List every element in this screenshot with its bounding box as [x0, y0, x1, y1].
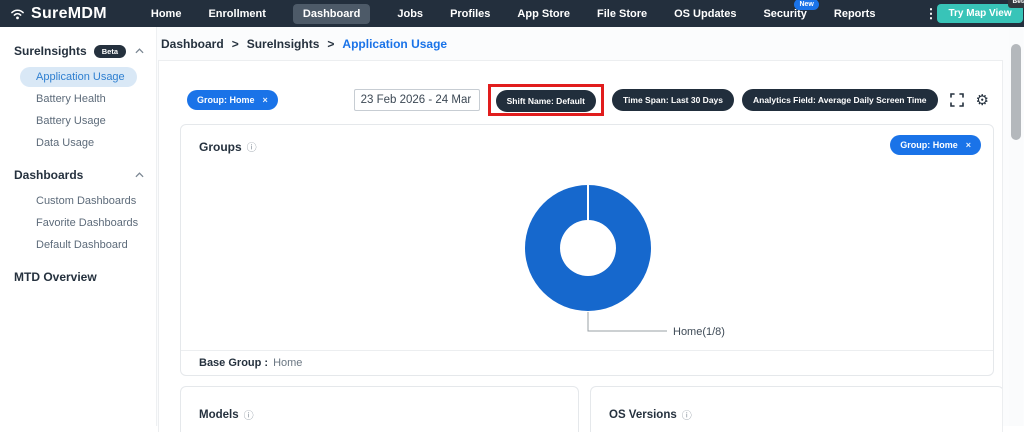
- sidebar-section-mtd-overview[interactable]: MTD Overview: [14, 270, 144, 284]
- nav-item-app-store[interactable]: App Store: [517, 8, 570, 20]
- breadcrumb-separator: >: [327, 37, 334, 51]
- vertical-scrollbar[interactable]: [1009, 27, 1023, 426]
- nav-item-profiles[interactable]: Profiles: [450, 8, 490, 20]
- nav-item-security[interactable]: Security New: [763, 8, 806, 20]
- os-versions-card: OS Versions ⓘ: [590, 386, 1003, 432]
- filter-bar: Group: Home × Shift Name: Default Time S…: [187, 84, 989, 116]
- nav-item-file-store[interactable]: File Store: [597, 8, 647, 20]
- groups-donut-chart[interactable]: [525, 185, 651, 311]
- topnav-right-cluster: Try Map View Beta 4 ⚙: [937, 4, 1024, 23]
- chevron-up-icon[interactable]: [135, 48, 144, 54]
- info-icon[interactable]: ⓘ: [247, 139, 257, 154]
- breadcrumb-dashboard[interactable]: Dashboard: [161, 37, 224, 51]
- sidebar-item-battery-usage[interactable]: Battery Usage: [0, 111, 156, 131]
- info-icon[interactable]: ⓘ: [244, 407, 254, 422]
- sureinsights-title: SureInsights: [14, 44, 87, 58]
- dashboard-settings-gear-icon[interactable]: ⚙: [976, 93, 989, 108]
- nav-item-enrollment[interactable]: Enrollment: [208, 8, 265, 20]
- models-card-title: Models: [199, 409, 239, 421]
- filter-right-group: Shift Name: Default Time Span: Last 30 D…: [354, 84, 989, 116]
- donut-slice-label: Home(1/8): [673, 326, 725, 338]
- breadcrumb: Dashboard > SureInsights > Application U…: [157, 27, 1024, 51]
- nav-item-home[interactable]: Home: [151, 8, 182, 20]
- info-icon[interactable]: ⓘ: [682, 407, 692, 422]
- shift-name-pill[interactable]: Shift Name: Default: [496, 90, 596, 112]
- try-map-view-button[interactable]: Try Map View Beta: [937, 4, 1022, 23]
- main-content: Dashboard > SureInsights > Application U…: [157, 27, 1024, 426]
- brand-name: SureMDM: [31, 5, 107, 23]
- sidebar: SureInsights Beta Application Usage Batt…: [0, 27, 157, 426]
- dashboard-panel: Group: Home × Shift Name: Default Time S…: [158, 60, 1003, 432]
- breadcrumb-sureinsights[interactable]: SureInsights: [247, 37, 320, 51]
- sidebar-section-dashboards[interactable]: Dashboards: [14, 168, 144, 182]
- wifi-logo-icon: [9, 7, 26, 21]
- breadcrumb-separator: >: [232, 37, 239, 51]
- chevron-up-icon[interactable]: [135, 172, 144, 178]
- beta-badge: Beta: [1008, 0, 1024, 8]
- sidebar-item-default-dashboard[interactable]: Default Dashboard: [0, 235, 156, 255]
- group-filter-chip[interactable]: Group: Home ×: [187, 90, 278, 110]
- annotation-highlight-box: Shift Name: Default: [488, 84, 604, 116]
- breadcrumb-application-usage[interactable]: Application Usage: [342, 37, 447, 51]
- sidebar-section-sureinsights[interactable]: SureInsights Beta: [14, 44, 144, 58]
- groups-card: Groups ⓘ Group: Home × Home(1/8) Base Gr…: [180, 124, 994, 376]
- donut-hole: [560, 220, 616, 276]
- try-map-view-label: Try Map View: [948, 8, 1011, 19]
- donut-slice-divider: [587, 185, 589, 221]
- os-versions-card-title: OS Versions: [609, 409, 677, 421]
- groups-card-group-chip[interactable]: Group: Home ×: [890, 135, 981, 155]
- bottom-cards-row: Models ⓘ OS Versions ⓘ: [180, 386, 1003, 432]
- nav-item-dashboard[interactable]: Dashboard: [293, 4, 370, 24]
- analytics-field-pill[interactable]: Analytics Field: Average Daily Screen Ti…: [742, 89, 938, 111]
- nav-item-reports[interactable]: Reports: [834, 8, 876, 20]
- nav-item-jobs[interactable]: Jobs: [397, 8, 423, 20]
- scrollbar-thumb[interactable]: [1011, 44, 1021, 140]
- sidebar-item-application-usage[interactable]: Application Usage: [20, 67, 137, 87]
- groups-card-title: Groups: [199, 140, 242, 154]
- mtd-overview-title: MTD Overview: [14, 270, 97, 284]
- app-logo[interactable]: SureMDM: [9, 5, 107, 23]
- new-badge: New: [794, 0, 818, 10]
- groups-card-footer: Base Group : Home: [181, 350, 993, 375]
- close-icon[interactable]: ×: [966, 140, 971, 150]
- overflow-menu-icon[interactable]: ⋮: [924, 6, 937, 22]
- groups-card-header: Groups ⓘ Group: Home ×: [181, 125, 993, 155]
- primary-nav: Home Enrollment Dashboard Jobs Profiles …: [151, 4, 938, 24]
- groups-card-chip-label: Group: Home: [900, 140, 958, 150]
- models-card: Models ⓘ: [180, 386, 579, 432]
- close-icon[interactable]: ×: [263, 95, 268, 105]
- sidebar-beta-badge: Beta: [94, 45, 126, 58]
- base-group-label: Base Group :: [199, 357, 268, 369]
- top-navigation-bar: SureMDM Home Enrollment Dashboard Jobs P…: [0, 0, 1024, 27]
- dashboards-title: Dashboards: [14, 168, 83, 182]
- nav-item-os-updates[interactable]: OS Updates: [674, 8, 736, 20]
- group-filter-chip-label: Group: Home: [197, 95, 255, 105]
- sidebar-item-data-usage[interactable]: Data Usage: [0, 133, 156, 153]
- fullscreen-icon[interactable]: [950, 93, 964, 107]
- date-range-input[interactable]: [354, 89, 480, 111]
- time-span-pill[interactable]: Time Span: Last 30 Days: [612, 89, 734, 111]
- sidebar-item-favorite-dashboards[interactable]: Favorite Dashboards: [0, 213, 156, 233]
- sidebar-item-custom-dashboards[interactable]: Custom Dashboards: [0, 191, 156, 211]
- base-group-value: Home: [273, 357, 302, 369]
- sidebar-item-battery-health[interactable]: Battery Health: [0, 89, 156, 109]
